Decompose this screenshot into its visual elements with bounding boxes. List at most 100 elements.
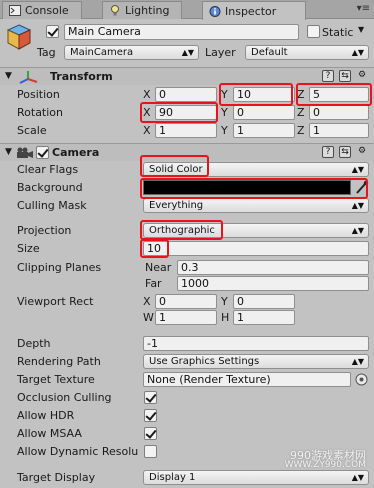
position-z-axis: Z xyxy=(297,88,305,101)
object-picker-icon[interactable] xyxy=(355,373,368,386)
target-display-row: Target Display Display 1 ▲▼ xyxy=(0,469,374,487)
rotation-z-input[interactable]: 0 xyxy=(309,105,369,120)
active-checkbox[interactable] xyxy=(46,25,59,38)
clipping-planes-label: Clipping Planes xyxy=(17,261,102,274)
rotation-x-axis: X xyxy=(143,106,151,119)
target-texture-field[interactable]: None (Render Texture) xyxy=(143,372,351,387)
occlusion-culling-row: Occlusion Culling xyxy=(0,389,374,407)
preset-icon[interactable]: ⇆ xyxy=(339,146,351,158)
position-row: Position X 0 Y 10 Z 5 xyxy=(0,86,374,104)
window-menu-icon[interactable]: ▾≡ xyxy=(357,3,370,14)
tab-bar: Console Lighting Inspector ▾≡ xyxy=(0,0,374,20)
allow-hdr-label: Allow HDR xyxy=(17,409,75,422)
layer-dropdown[interactable]: Default ▲▼ xyxy=(245,45,369,60)
size-label: Size xyxy=(17,242,40,255)
size-row: Size 10 xyxy=(0,240,374,258)
layer-value: Default xyxy=(251,47,288,58)
clear-flags-label: Clear Flags xyxy=(17,163,79,176)
rendering-path-value: Use Graphics Settings xyxy=(149,356,260,367)
allow-dynamic-resolution-checkbox[interactable] xyxy=(144,445,157,458)
clear-flags-dropdown[interactable]: Solid Color ▲▼ xyxy=(143,162,369,177)
rendering-path-row: Rendering Path Use Graphics Settings ▲▼ xyxy=(0,353,374,371)
rotation-row: Rotation X 90 Y 0 Z 0 xyxy=(0,104,374,122)
background-row: Background xyxy=(0,179,374,197)
viewport-y-input[interactable]: 0 xyxy=(233,294,295,309)
tab-lighting[interactable]: Lighting xyxy=(102,1,182,19)
depth-row: Depth -1 xyxy=(0,335,374,353)
position-y-input[interactable]: 10 xyxy=(233,87,295,102)
foldout-arrow-icon[interactable]: ▼ xyxy=(5,71,12,81)
preset-icon[interactable]: ⇆ xyxy=(339,70,351,82)
rotation-y-axis: Y xyxy=(221,106,228,119)
rotation-y-input[interactable]: 0 xyxy=(233,105,295,120)
tab-console-label: Console xyxy=(25,4,69,17)
viewport-h-axis: H xyxy=(221,311,230,324)
rotation-x-input[interactable]: 90 xyxy=(155,105,217,120)
target-display-value: Display 1 xyxy=(149,472,196,483)
depth-input[interactable]: -1 xyxy=(143,336,369,351)
allow-hdr-checkbox[interactable] xyxy=(144,409,157,422)
target-display-dropdown[interactable]: Display 1 ▲▼ xyxy=(143,470,369,485)
gear-icon[interactable]: ⚙ xyxy=(356,146,368,158)
allow-dynamic-resolution-label: Allow Dynamic Resolu xyxy=(17,445,139,458)
rendering-path-label: Rendering Path xyxy=(17,355,101,368)
position-z-input[interactable]: 5 xyxy=(309,87,369,102)
static-dropdown-icon[interactable]: ▼ xyxy=(358,25,364,34)
culling-mask-dropdown[interactable]: Everything ▲▼ xyxy=(143,198,369,213)
scale-z-input[interactable]: 1 xyxy=(309,123,369,138)
tab-console[interactable]: Console xyxy=(2,1,82,19)
tab-inspector[interactable]: Inspector xyxy=(202,1,306,20)
clear-flags-row: Clear Flags Solid Color ▲▼ xyxy=(0,161,374,179)
position-label: Position xyxy=(17,88,60,101)
transform-header[interactable]: ▼ Transform ? ⇆ ⚙ xyxy=(0,67,374,85)
rotation-z-axis: Z xyxy=(297,106,305,119)
camera-header[interactable]: ▼ Camera ? ⇆ ⚙ xyxy=(0,143,374,161)
tag-dropdown[interactable]: MainCamera ▲▼ xyxy=(64,45,199,60)
allow-msaa-label: Allow MSAA xyxy=(17,427,82,440)
rendering-path-dropdown[interactable]: Use Graphics Settings ▲▼ xyxy=(143,354,369,369)
camera-icon xyxy=(17,147,33,158)
viewport-x-input[interactable]: 0 xyxy=(155,294,217,309)
eyedropper-icon[interactable] xyxy=(355,180,369,195)
culling-mask-value: Everything xyxy=(149,200,204,211)
chevron-down-icon: ▲▼ xyxy=(181,48,194,57)
chevron-down-icon: ▲▼ xyxy=(351,48,364,57)
viewport-h-input[interactable]: 1 xyxy=(233,310,295,325)
occlusion-culling-checkbox[interactable] xyxy=(144,391,157,404)
camera-enabled-checkbox[interactable] xyxy=(36,146,49,159)
allow-msaa-checkbox[interactable] xyxy=(144,427,157,440)
viewport-wh-row: W 1 H 1 xyxy=(0,309,374,327)
projection-dropdown[interactable]: Orthographic ▲▼ xyxy=(143,223,369,238)
static-checkbox[interactable] xyxy=(307,25,320,38)
component-header-icons: ? ⇆ ⚙ xyxy=(322,70,368,82)
chevron-down-icon: ▲▼ xyxy=(351,226,364,235)
projection-row: Projection Orthographic ▲▼ xyxy=(0,222,374,240)
help-icon[interactable]: ? xyxy=(322,70,334,82)
chevron-down-icon: ▲▼ xyxy=(351,165,364,174)
scale-label: Scale xyxy=(17,124,47,137)
projection-value: Orthographic xyxy=(149,225,215,236)
foldout-arrow-icon[interactable]: ▼ xyxy=(5,147,12,157)
gameobject-name-input[interactable]: Main Camera xyxy=(64,24,299,40)
static-label: Static xyxy=(322,26,354,39)
viewport-w-input[interactable]: 1 xyxy=(155,310,217,325)
chevron-down-icon: ▲▼ xyxy=(351,357,364,366)
gear-icon[interactable]: ⚙ xyxy=(356,70,368,82)
position-x-input[interactable]: 0 xyxy=(155,87,217,102)
layer-label: Layer xyxy=(205,46,236,59)
help-icon[interactable]: ? xyxy=(322,146,334,158)
background-label: Background xyxy=(17,181,83,194)
scale-x-input[interactable]: 1 xyxy=(155,123,217,138)
far-input[interactable]: 1000 xyxy=(177,276,369,291)
allow-hdr-row: Allow HDR xyxy=(0,407,374,425)
background-color-swatch[interactable] xyxy=(143,180,351,195)
chevron-down-icon: ▲▼ xyxy=(351,201,364,210)
viewport-x-axis: X xyxy=(143,295,151,308)
gameobject-header: Main Camera Static ▼ Tag MainCamera ▲▼ La… xyxy=(0,19,374,65)
tag-label: Tag xyxy=(37,46,56,59)
near-input[interactable]: 0.3 xyxy=(177,260,369,275)
chevron-down-icon: ▲▼ xyxy=(351,473,364,482)
scale-y-input[interactable]: 1 xyxy=(233,123,295,138)
size-input[interactable]: 10 xyxy=(143,241,369,256)
depth-label: Depth xyxy=(17,337,51,350)
